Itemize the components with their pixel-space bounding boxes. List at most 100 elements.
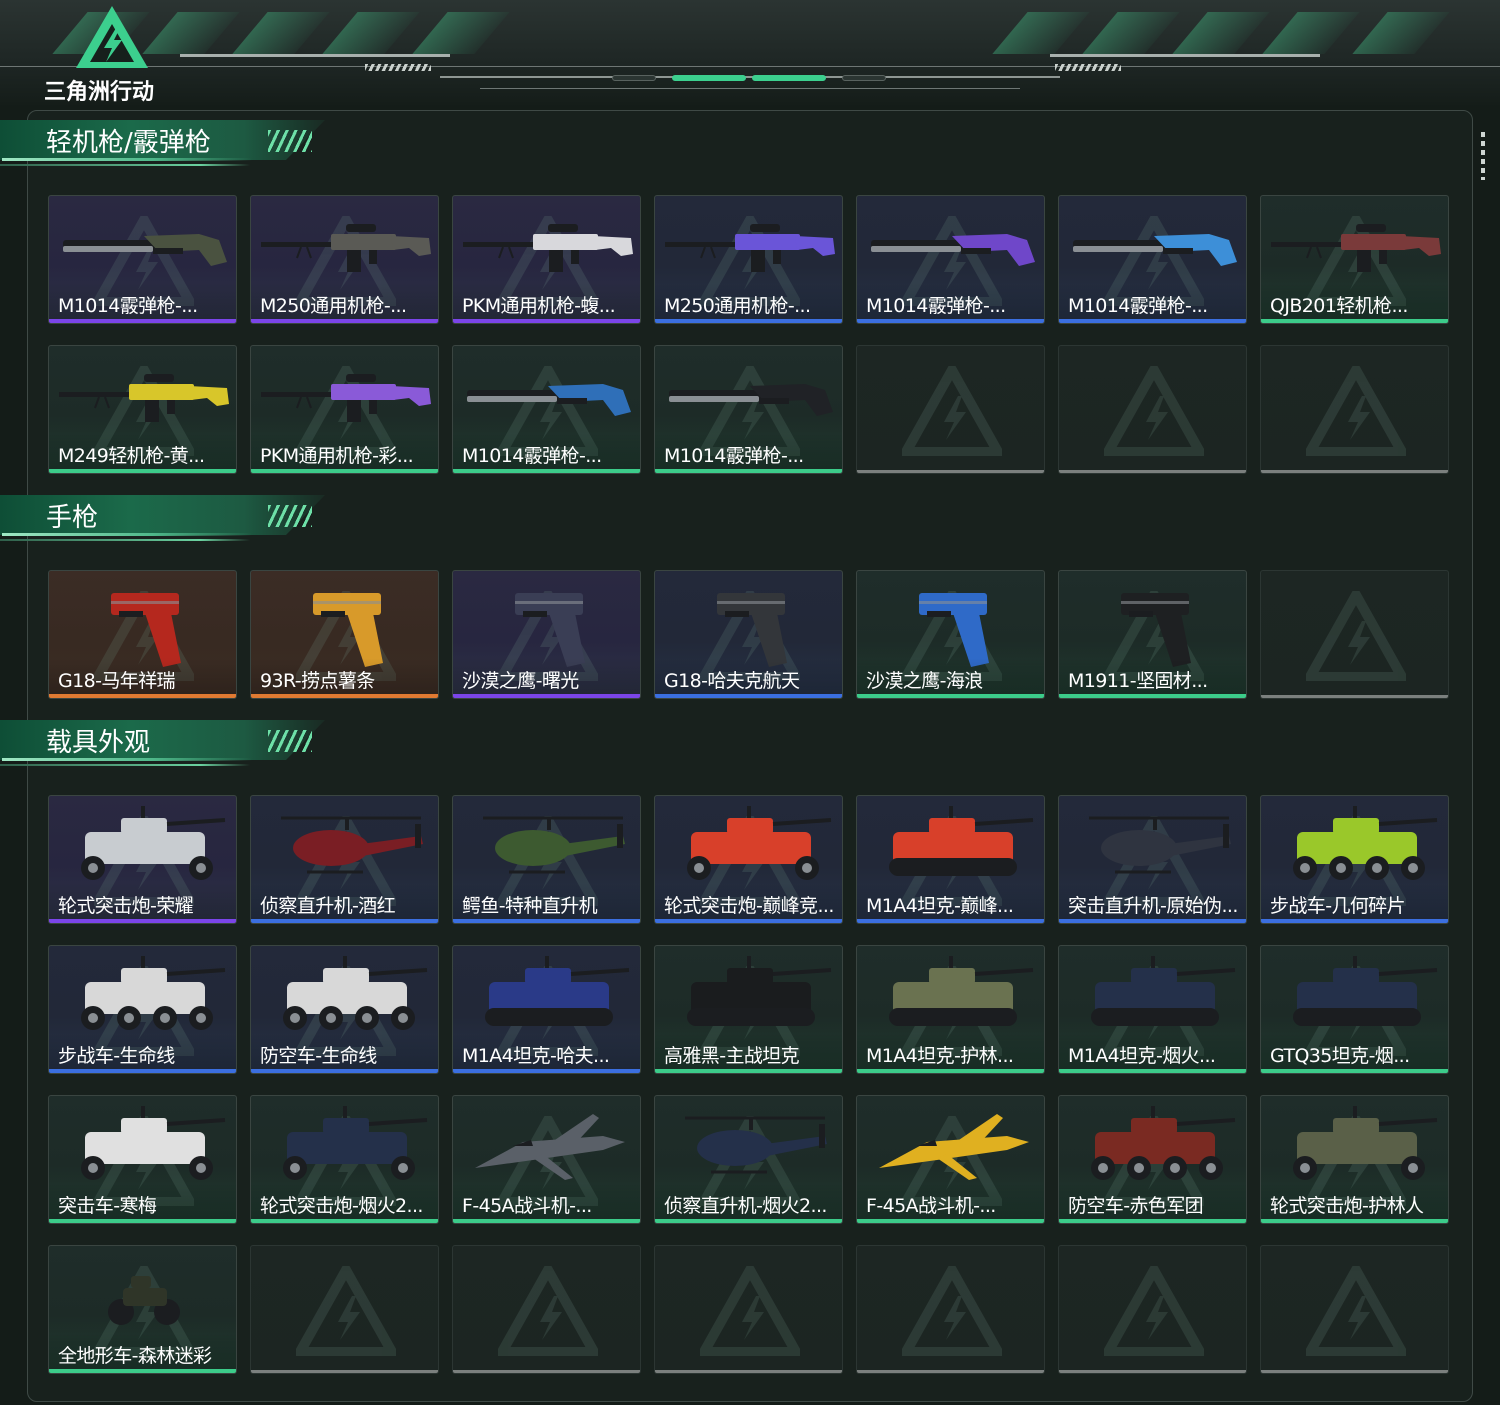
machine-gun-icon — [665, 224, 835, 272]
item-card[interactable]: 步战车-生命线 — [48, 945, 237, 1074]
banner-stripe — [1352, 12, 1450, 54]
banner-rail — [440, 76, 1060, 78]
item-card[interactable]: 防空车-赤色军团 — [1058, 1095, 1247, 1224]
banner-stripe — [322, 12, 420, 54]
item-card[interactable]: 侦察直升机-烟火2... — [654, 1095, 843, 1224]
item-card[interactable]: M1A4坦克-烟火... — [1058, 945, 1247, 1074]
item-card[interactable]: 轮式突击炮-巅峰竞... — [654, 795, 843, 924]
rarity-bar — [655, 919, 842, 923]
item-card[interactable]: F-45A战斗机-... — [856, 1095, 1045, 1224]
banner-rail — [480, 88, 1020, 89]
item-card[interactable]: 步战车-几何碎片 — [1260, 795, 1449, 924]
banner-stripe — [1172, 12, 1270, 54]
delta-watermark-icon — [902, 1266, 1002, 1356]
item-label: M1A4坦克-烟火... — [1068, 1045, 1216, 1067]
item-card[interactable]: M249轻机枪-黄... — [48, 345, 237, 474]
banner-hatch — [365, 64, 431, 71]
item-card[interactable]: M250通用机枪-... — [654, 195, 843, 324]
banner-indicator — [612, 75, 656, 81]
helicopter-icon — [281, 816, 423, 874]
item-card[interactable]: M1A4坦克-巅峰... — [856, 795, 1045, 924]
item-card[interactable]: 轮式突击炮-荣耀 — [48, 795, 237, 924]
item-label: PKM通用机枪-彩... — [260, 445, 414, 467]
item-card[interactable]: M1014霰弹枪-... — [1058, 195, 1247, 324]
ifv-icon — [283, 956, 428, 1030]
item-label: 高雅黑-主战坦克 — [664, 1045, 800, 1067]
item-label: M250通用机枪-... — [664, 295, 811, 317]
item-label: M249轻机枪-黄... — [58, 445, 205, 467]
shotgun-icon — [467, 384, 631, 416]
tank-icon — [889, 806, 1034, 876]
delta-watermark-icon — [1104, 366, 1204, 456]
item-card[interactable]: 突击车-寒梅 — [48, 1095, 237, 1224]
item-card[interactable]: 防空车-生命线 — [250, 945, 439, 1074]
atv-icon — [108, 1276, 180, 1325]
empty-slot — [1058, 1245, 1247, 1374]
section-header: 手枪 — [0, 495, 330, 547]
tank-icon — [485, 956, 630, 1026]
wheeled-vehicle-icon — [1293, 1106, 1438, 1180]
tank-icon — [889, 956, 1034, 1026]
empty-slot — [856, 1245, 1045, 1374]
empty-slot — [1260, 570, 1449, 699]
section-header-underline — [0, 164, 250, 166]
rarity-bar — [251, 919, 438, 923]
desert-eagle-icon — [919, 593, 989, 667]
rarity-bar — [857, 1370, 1044, 1373]
item-card[interactable]: M1A4坦克-哈夫... — [452, 945, 641, 1074]
shotgun-icon — [871, 234, 1035, 266]
item-label: GTQ35坦克-烟... — [1270, 1045, 1410, 1067]
item-card[interactable]: G18-马年祥瑞 — [48, 570, 237, 699]
item-label: M1A4坦克-巅峰... — [866, 895, 1014, 917]
item-card[interactable]: 轮式突击炮-护林人 — [1260, 1095, 1449, 1224]
rarity-bar — [857, 470, 1044, 473]
scrollbar[interactable] — [1481, 132, 1485, 180]
banner-rail — [1050, 54, 1320, 57]
rarity-bar — [1261, 319, 1448, 323]
rarity-bar — [453, 1069, 640, 1073]
rarity-bar — [49, 319, 236, 323]
item-label: 侦察直升机-烟火2... — [664, 1195, 827, 1217]
item-card[interactable]: G18-哈夫克航天 — [654, 570, 843, 699]
item-label: 步战车-几何碎片 — [1270, 895, 1406, 917]
item-card[interactable]: M250通用机枪-... — [250, 195, 439, 324]
item-card[interactable]: M1911-坚固材... — [1058, 570, 1247, 699]
empty-slot — [250, 1245, 439, 1374]
delta-watermark-icon — [296, 1266, 396, 1356]
section-header: 载具外观 — [0, 720, 330, 772]
item-card[interactable]: 高雅黑-主战坦克 — [654, 945, 843, 1074]
item-card[interactable]: M1A4坦克-护林... — [856, 945, 1045, 1074]
item-card[interactable]: 沙漠之鹰-海浪 — [856, 570, 1045, 699]
shotgun-icon — [1073, 234, 1237, 266]
item-card[interactable]: GTQ35坦克-烟... — [1260, 945, 1449, 1074]
item-card[interactable]: QJB201轻机枪... — [1260, 195, 1449, 324]
item-card[interactable]: 侦察直升机-酒红 — [250, 795, 439, 924]
item-label: 沙漠之鹰-曙光 — [462, 670, 579, 692]
item-label: M1A4坦克-护林... — [866, 1045, 1014, 1067]
banner-stripe — [232, 12, 330, 54]
item-card[interactable]: M1014霰弹枪-... — [452, 345, 641, 474]
banner-indicator-active — [672, 75, 746, 81]
attack-helicopter-icon — [483, 816, 625, 874]
item-card[interactable]: 93R-捞点薯条 — [250, 570, 439, 699]
rarity-bar — [1059, 470, 1246, 473]
banner-hatch — [1055, 64, 1121, 71]
delta-watermark-icon — [498, 1266, 598, 1356]
item-card[interactable]: M1014霰弹枪-... — [856, 195, 1045, 324]
item-card[interactable]: 沙漠之鹰-曙光 — [452, 570, 641, 699]
item-card[interactable]: 全地形车-森林迷彩 — [48, 1245, 237, 1374]
section-header: 轻机枪/霰弹枪 — [0, 120, 330, 172]
item-label: PKM通用机枪-蝮... — [462, 295, 616, 317]
item-card[interactable]: M1014霰弹枪-... — [654, 345, 843, 474]
rarity-bar — [1261, 919, 1448, 923]
item-card[interactable]: 鳄鱼-特种直升机 — [452, 795, 641, 924]
rarity-bar — [1261, 1069, 1448, 1073]
item-card[interactable]: F-45A战斗机-... — [452, 1095, 641, 1224]
delta-watermark-icon — [1306, 1266, 1406, 1356]
item-card[interactable]: PKM通用机枪-彩... — [250, 345, 439, 474]
item-card[interactable]: 轮式突击炮-烟火2... — [250, 1095, 439, 1224]
item-card[interactable]: M1014霰弹枪-... — [48, 195, 237, 324]
item-card[interactable]: PKM通用机枪-蝮... — [452, 195, 641, 324]
item-card[interactable]: 突击直升机-原始伪... — [1058, 795, 1247, 924]
rarity-bar — [453, 319, 640, 323]
